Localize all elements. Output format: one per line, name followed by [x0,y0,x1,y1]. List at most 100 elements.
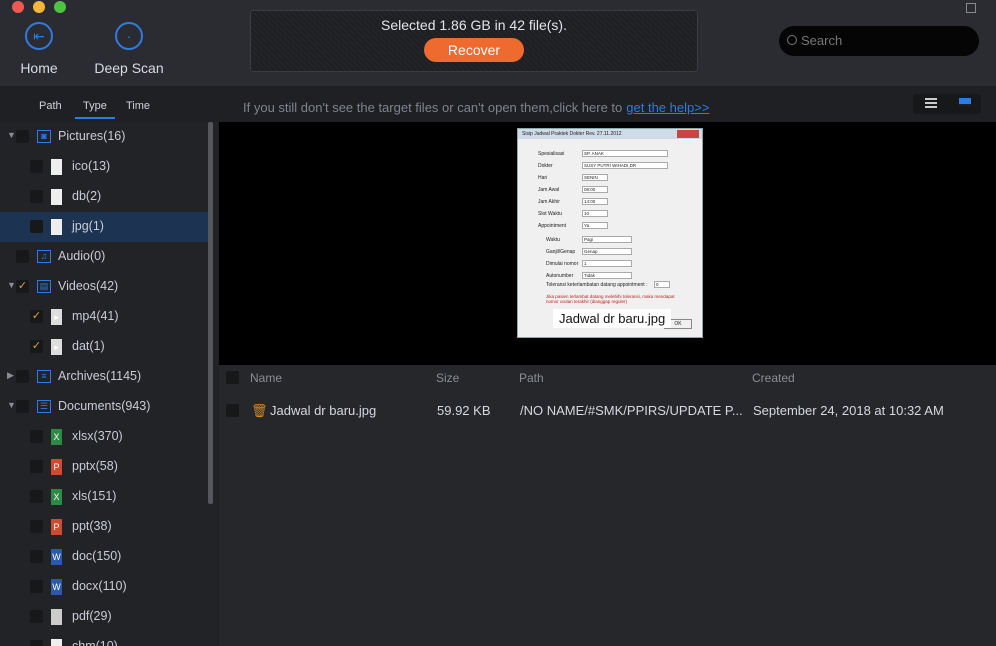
sidebar-item[interactable]: chm(10) [0,632,210,646]
checkbox[interactable] [16,250,29,263]
checkbox[interactable] [30,220,43,233]
dialog-field-value: SENIN [582,174,608,181]
search-icon [787,35,797,45]
dialog-field-value: 14:00 [582,198,608,205]
dialog-field-label: Jam Akhir [538,199,560,205]
checkbox[interactable] [16,130,29,143]
minimize-window-button[interactable] [33,1,45,13]
zoom-window-button[interactable] [54,1,66,13]
sidebar-item[interactable]: Ppptx(58) [0,452,210,482]
back-arrow-icon: ⇤ [25,22,53,50]
checkbox[interactable] [30,460,43,473]
column-path[interactable]: Path [519,371,544,385]
sidebar-item[interactable]: Wdoc(150) [0,542,210,572]
checkbox[interactable] [30,550,43,563]
expanded-arrow-icon[interactable]: ▼ [7,130,16,140]
checkbox[interactable] [30,520,43,533]
sidebar-item[interactable]: ▼ ◙ Pictures(16) [0,122,210,152]
dialog-field-label: Autonumber [546,273,574,279]
preview-view-icon[interactable] [959,98,971,106]
sidebar-item[interactable]: jpg(1) [0,212,210,242]
deep-scan-button[interactable]: · Deep Scan [94,22,164,76]
video-file-icon: ▸ [51,309,62,325]
word-icon: W [51,549,62,565]
excel-icon: X [51,489,62,505]
dialog-field-label: Dimulai nomor [546,261,579,267]
checkbox[interactable] [30,580,43,593]
file-icon [51,189,62,205]
checkbox[interactable] [30,190,43,203]
expanded-arrow-icon[interactable]: ▼ [7,280,16,290]
home-button[interactable]: ⇤ Home [20,22,58,76]
file-created: September 24, 2018 at 10:32 AM [753,403,944,418]
powerpoint-icon: P [51,519,62,535]
sidebar-item[interactable]: pdf(29) [0,602,210,632]
sidebar-item[interactable]: db(2) [0,182,210,212]
file-icon [51,639,62,646]
sidebar-item[interactable]: Wdocx(110) [0,572,210,602]
film-icon: ▤ [37,280,51,293]
column-created[interactable]: Created [752,371,795,385]
checkbox[interactable]: ✓ [30,310,43,323]
checkbox[interactable] [30,430,43,443]
checkbox[interactable]: ✓ [16,280,29,293]
sidebar-item-label: Videos(42) [58,279,119,293]
collapsed-arrow-icon[interactable]: ▶ [7,370,14,381]
sidebar-item[interactable]: Xxls(151) [0,482,210,512]
expanded-arrow-icon[interactable]: ▼ [7,400,16,410]
column-name[interactable]: Name [250,371,282,385]
recover-button[interactable]: Recover [424,38,524,62]
sidebar-item-label: ico(13) [72,159,111,173]
help-link[interactable]: get the help>> [626,100,709,115]
column-size[interactable]: Size [436,371,459,385]
sidebar-item[interactable]: ico(13) [0,152,210,182]
checkbox[interactable] [30,640,43,646]
dialog-field-label: Spesialisasi [538,151,565,157]
sidebar-item-label: Archives(1145) [58,369,142,383]
dialog-field-value: Pagi [582,236,632,243]
sidebar-item-label: doc(150) [72,549,122,563]
sidebar-item-label: Audio(0) [58,249,106,263]
sidebar-item[interactable]: Xxlsx(370) [0,422,210,452]
checkbox[interactable] [16,370,29,383]
dialog-field-value: SUSY PUTRI WIHADI,DR [582,162,668,169]
trash-icon: 🗑 [251,403,268,418]
music-icon: ♫ [37,250,51,263]
checkbox[interactable] [30,490,43,503]
dialog-field-value: Ya [582,222,608,229]
sidebar-item[interactable]: ▶ ≡ Archives(1145) [0,362,210,392]
sidebar-item-label: mp4(41) [72,309,119,323]
close-window-button[interactable] [12,1,24,13]
checkbox[interactable] [30,160,43,173]
dialog-field-label: Ganjil/Genap [546,249,576,255]
row-checkbox[interactable] [226,404,239,417]
sidebar-item[interactable]: ✓ ▸ dat(1) [0,332,210,362]
list-view-icon[interactable] [925,98,937,108]
sidebar-item-label: chm(10) [72,639,118,646]
dialog-field-label: Hari [538,175,548,181]
checkbox[interactable]: ✓ [30,340,43,353]
file-preview: Sisip Jadwal Praktek Dokter Rev. 27.11.2… [219,122,996,365]
dialog-field-value: 08:00 [582,186,608,193]
checkbox[interactable] [16,400,29,413]
help-text: If you still don't see the target files … [243,100,709,115]
sidebar-item[interactable]: ✓ ▸ mp4(41) [0,302,210,332]
sidebar-item[interactable]: ▼ ✓ ▤ Videos(42) [0,272,210,302]
sidebar-item[interactable]: Pppt(38) [0,512,210,542]
sidebar-item[interactable]: ♫ Audio(0) [0,242,210,272]
sidebar-item[interactable]: ▼ ☰ Documents(943) [0,392,210,422]
dialog-field-label: Waktu [546,237,560,243]
dialog-field-value: 1 [582,260,632,267]
dialog-field-label: Toleransi keterlambatan datang appointme… [546,282,648,288]
preview-image: Sisip Jadwal Praktek Dokter Rev. 27.11.2… [517,128,703,338]
file-path: /NO NAME/#SMK/PPIRS/UPDATE P... [520,403,743,418]
tab-time[interactable]: Time [126,100,150,112]
camera-icon: ◙ [37,130,51,143]
sidebar-scrollbar[interactable] [208,122,213,504]
checkbox[interactable] [30,610,43,623]
exit-icon[interactable] [966,3,976,13]
tab-path[interactable]: Path [39,100,62,112]
select-all-checkbox[interactable] [226,371,239,384]
search-input[interactable]: Search [779,26,979,56]
tab-type[interactable]: Type [75,100,115,119]
